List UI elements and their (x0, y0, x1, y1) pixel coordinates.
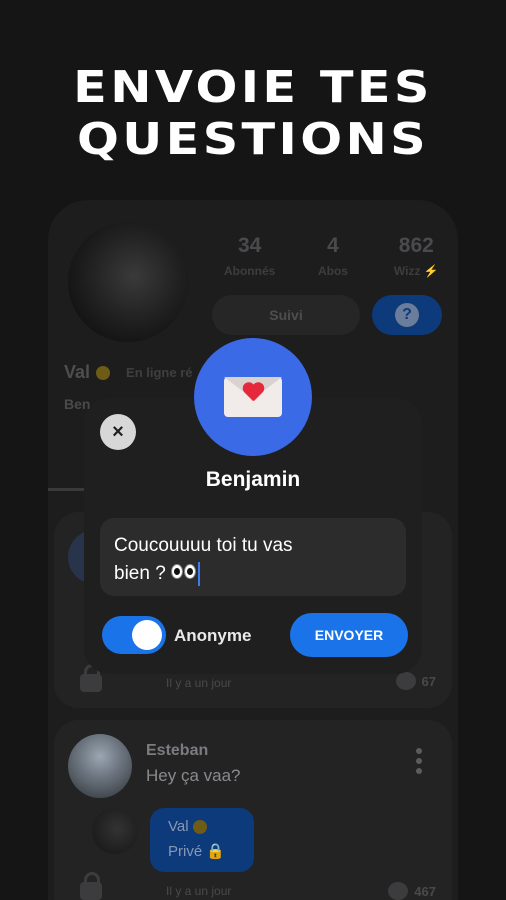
eyes-emoji-icon (171, 560, 197, 588)
profile-bio: Ben (64, 396, 91, 412)
question-text: Hey ça vaa? (146, 766, 241, 785)
anonymous-toggle[interactable] (102, 616, 166, 654)
stat-value: 4 (327, 234, 339, 257)
question-card[interactable]: Esteban Hey ça vaa? Val Privé 🔒 Il y a u… (54, 720, 452, 900)
profile-name: Val (64, 362, 91, 382)
stat-label: Wizz ⚡ (393, 264, 439, 278)
coin-icon (192, 819, 207, 834)
profile-stats: 34 Abonnés 4 Abos 862 Wizz ⚡ (208, 234, 458, 278)
lock-icon (80, 872, 102, 900)
anonymous-label: Anonyme (174, 626, 252, 645)
stat-followers[interactable]: 34 Abonnés (208, 234, 291, 278)
card-timestamp: Il y a un jour (166, 884, 232, 898)
love-letter-icon (224, 377, 282, 417)
envelope-badge (194, 338, 312, 456)
stat-wizz[interactable]: 862 Wizz ⚡ (375, 234, 458, 278)
hero-line-2: QUESTIONS (77, 114, 429, 165)
card-timestamp: Il y a un jour (166, 676, 232, 690)
send-button[interactable]: ENVOYER (290, 613, 408, 657)
reply-count-value: 67 (421, 673, 436, 689)
message-line-2: bien ? (114, 563, 166, 585)
hero-line-1: ENVOIE TES (73, 62, 433, 113)
private-label: Privé (168, 843, 203, 860)
message-input[interactable]: Coucouuuu toi tu vas bien ? (100, 518, 406, 596)
stat-following[interactable]: 4 Abos (291, 234, 374, 278)
hero-title: ENVOIE TES QUESTIONS (0, 62, 506, 166)
stat-value: 862 (398, 234, 434, 257)
lock-icon (80, 664, 102, 692)
stat-value: 34 (237, 234, 262, 257)
stat-label: Abonnés (223, 264, 276, 278)
profile-name-row: Val En ligne ré (64, 362, 193, 383)
text-cursor (198, 562, 201, 586)
follow-button[interactable]: Suivi (212, 295, 360, 335)
more-options-icon[interactable] (416, 748, 422, 778)
reply-count-value: 467 (414, 883, 436, 899)
reply-count[interactable]: 67 (395, 672, 436, 690)
profile-avatar (68, 222, 188, 342)
stat-label: Abos (317, 264, 348, 278)
question-icon: ? (395, 303, 419, 327)
toggle-knob (132, 620, 162, 650)
ask-question-button[interactable]: ? (372, 295, 442, 335)
coin-icon (96, 365, 111, 380)
reply-count[interactable]: 467 (388, 882, 436, 900)
message-line-1: Coucouuuu toi tu vas (114, 535, 293, 556)
comment-icon (395, 672, 416, 690)
heart-icon (242, 383, 264, 403)
message-text: Coucouuuu toi tu vas bien ? (114, 532, 384, 588)
author-name[interactable]: Esteban (146, 742, 208, 760)
close-button[interactable]: × (100, 414, 136, 450)
online-status: En ligne ré (126, 365, 193, 380)
reply-status: Privé 🔒 (168, 842, 225, 860)
reply-name-row: Val (168, 818, 207, 835)
lock-icon: 🔒 (206, 843, 226, 860)
reply-name: Val (168, 818, 189, 835)
author-avatar[interactable] (68, 734, 132, 798)
comment-icon (388, 882, 409, 900)
reply-bubble[interactable]: Val Privé 🔒 (150, 808, 254, 872)
recipient-name: Benjamin (205, 468, 301, 491)
reply-avatar (92, 808, 138, 854)
